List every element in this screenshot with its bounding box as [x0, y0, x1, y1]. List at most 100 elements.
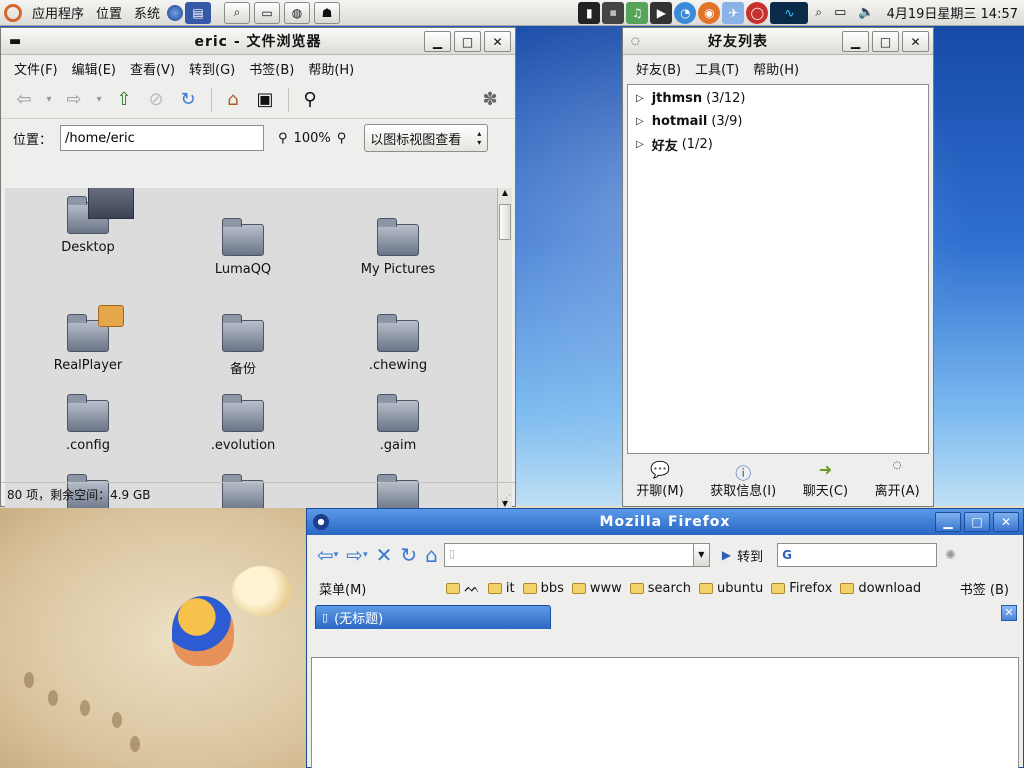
- user-launcher-icon[interactable]: ☗: [314, 1, 341, 24]
- view-mode-select[interactable]: 以图标视图查看 ▴ ▾: [364, 124, 489, 152]
- bookmark-folder[interactable]: bbs: [522, 581, 564, 596]
- maximize-button[interactable]: □: [454, 31, 481, 52]
- forward-history-chevron-icon[interactable]: ▾: [363, 550, 368, 560]
- firefox-tray-icon[interactable]: ◉: [698, 1, 721, 24]
- menu-edit[interactable]: 编辑(E): [65, 59, 123, 78]
- scrollbar-thumb[interactable]: [499, 204, 511, 240]
- music-tray-icon[interactable]: ♫: [626, 1, 649, 24]
- firefox-titlebar[interactable]: Mozilla Firefox ▁ □ ✕: [307, 509, 1023, 535]
- window-list-launcher-icon[interactable]: ▤: [185, 1, 212, 24]
- reload-icon[interactable]: ↻: [400, 543, 417, 567]
- maximize-button[interactable]: □: [964, 512, 990, 532]
- volume-tray-icon[interactable]: 🔈: [852, 0, 880, 26]
- computer-icon[interactable]: ▣: [250, 85, 280, 115]
- expander-triangle-icon[interactable]: ▷: [636, 93, 644, 104]
- menu-tools[interactable]: 工具(T): [688, 59, 746, 78]
- file-item[interactable]: 备份: [168, 314, 318, 377]
- vertical-scrollbar[interactable]: ▲ ▼: [497, 188, 512, 508]
- file-item[interactable]: .config: [13, 394, 163, 453]
- bookmark-folder[interactable]: Firefox: [771, 581, 832, 596]
- applications-menu[interactable]: 应用程序: [26, 0, 90, 26]
- places-menu[interactable]: 位置: [90, 0, 128, 26]
- menu-help[interactable]: 帮助(H): [746, 59, 806, 78]
- keyboard-tray-icon[interactable]: ▭: [828, 0, 852, 26]
- menu-buddies[interactable]: 好友(B): [629, 59, 688, 78]
- file-browser-titlebar[interactable]: ▬ eric - 文件浏览器 ▁ □ ✕: [1, 28, 515, 55]
- url-bar[interactable]: ▯ ▼: [443, 543, 710, 567]
- forward-history-chevron-icon[interactable]: ▾: [91, 85, 107, 115]
- file-item[interactable]: Desktop: [13, 188, 163, 255]
- bookmark-folder[interactable]: ubuntu: [698, 581, 763, 596]
- im-button[interactable]: 💬 开聊(M): [636, 460, 683, 499]
- go-button[interactable]: 转到: [737, 546, 763, 565]
- menu-view[interactable]: 查看(V): [123, 59, 182, 78]
- buddy-list-titlebar[interactable]: ◌ 好友列表 ▁ □ ✕: [623, 28, 933, 55]
- up-arrow-icon[interactable]: ⇧: [109, 85, 139, 115]
- url-history-chevron-icon[interactable]: ▼: [692, 544, 709, 566]
- location-input[interactable]: [60, 125, 265, 151]
- expander-triangle-icon[interactable]: ▷: [636, 139, 644, 150]
- search-launcher-icon[interactable]: ⌕: [224, 1, 251, 24]
- menu-file[interactable]: 文件(F): [7, 59, 65, 78]
- bookmarks-menu[interactable]: 书签 (B): [960, 579, 1009, 598]
- file-item[interactable]: .chewing: [323, 314, 473, 373]
- stop-icon[interactable]: ⊘: [141, 85, 171, 115]
- minimize-button[interactable]: ▁: [424, 31, 451, 52]
- minimize-button[interactable]: ▁: [935, 512, 961, 532]
- menu-help[interactable]: 帮助(H): [301, 59, 361, 78]
- bookmark-folder[interactable]: www: [571, 581, 622, 596]
- browser-launcher-icon[interactable]: ◍: [284, 1, 311, 24]
- chat-button[interactable]: ➜ 聊天(C): [803, 460, 848, 499]
- file-icon-view[interactable]: Desktop LumaQQ My Pictures RealPlayer 备份…: [5, 188, 498, 508]
- messenger-tray-icon[interactable]: ◔: [674, 1, 697, 24]
- web-browser-launcher-icon[interactable]: [167, 4, 184, 21]
- go-arrow-icon[interactable]: ▶: [722, 548, 731, 562]
- scroll-up-arrow-icon[interactable]: ▲: [498, 188, 512, 197]
- menu-bookmarks[interactable]: 书签(B): [242, 59, 301, 78]
- zoom-level[interactable]: 100%: [294, 131, 331, 146]
- expander-triangle-icon[interactable]: ▷: [636, 116, 644, 127]
- file-item[interactable]: LumaQQ: [168, 218, 318, 277]
- forward-arrow-icon[interactable]: ⇨: [346, 543, 363, 567]
- tab-untitled[interactable]: ▯ (无标题): [315, 605, 551, 629]
- forward-arrow-icon[interactable]: ⇨: [59, 85, 89, 115]
- video-tray-icon[interactable]: ▶: [650, 1, 673, 24]
- page-content[interactable]: [311, 657, 1019, 768]
- bookmark-folder[interactable]: it: [487, 581, 515, 596]
- back-history-chevron-icon[interactable]: ▾: [334, 550, 339, 560]
- terminal-tray-icon[interactable]: ▮: [578, 1, 601, 24]
- menu-button[interactable]: 菜单(M): [319, 579, 366, 598]
- bookmark-folder[interactable]: search: [629, 581, 691, 596]
- system-menu[interactable]: 系统: [128, 0, 166, 26]
- get-info-button[interactable]: ⓘ 获取信息(I): [710, 460, 776, 499]
- away-button[interactable]: ◌ 离开(A): [875, 460, 920, 499]
- close-button[interactable]: ✕: [484, 31, 511, 52]
- back-arrow-icon[interactable]: ⇦: [9, 85, 39, 115]
- file-item[interactable]: .evolution: [168, 394, 318, 453]
- search-engine-icon[interactable]: G: [782, 548, 792, 562]
- stop-icon[interactable]: ✕: [376, 543, 393, 567]
- ubuntu-logo-icon[interactable]: [4, 3, 22, 22]
- reload-icon[interactable]: ↻: [173, 85, 203, 115]
- media-player-tray-icon[interactable]: ◯: [746, 1, 769, 24]
- bookmark-folder[interactable]: ᨓ: [446, 581, 480, 596]
- maximize-button[interactable]: □: [872, 31, 899, 52]
- system-monitor-tray-icon[interactable]: ∿: [770, 1, 809, 24]
- close-button[interactable]: ✕: [902, 31, 929, 52]
- zoom-in-icon[interactable]: ⚲: [337, 131, 347, 146]
- bookmark-folder[interactable]: download: [840, 581, 921, 596]
- back-history-chevron-icon[interactable]: ▾: [41, 85, 57, 115]
- file-item[interactable]: My Pictures: [323, 218, 473, 277]
- clock[interactable]: 4月19日星期三 14:57: [881, 0, 1024, 26]
- close-tab-icon[interactable]: ✕: [1001, 605, 1017, 621]
- monitor-tray-icon[interactable]: ▦: [602, 1, 625, 24]
- file-manager-launcher-icon[interactable]: ▭: [254, 1, 281, 24]
- buddy-group[interactable]: ▷ 好友 (1/2): [628, 133, 928, 156]
- buddy-group[interactable]: ▷ jthmsn (3/12): [628, 87, 928, 110]
- buddy-group[interactable]: ▷ hotmail (3/9): [628, 110, 928, 133]
- search-tray-icon[interactable]: ⌕: [809, 0, 828, 26]
- zoom-out-icon[interactable]: ⚲: [278, 131, 288, 146]
- menu-go[interactable]: 转到(G): [182, 59, 242, 78]
- minimize-button[interactable]: ▁: [842, 31, 869, 52]
- buddy-tree[interactable]: ▷ jthmsn (3/12) ▷ hotmail (3/9) ▷ 好友 (1/…: [627, 84, 929, 454]
